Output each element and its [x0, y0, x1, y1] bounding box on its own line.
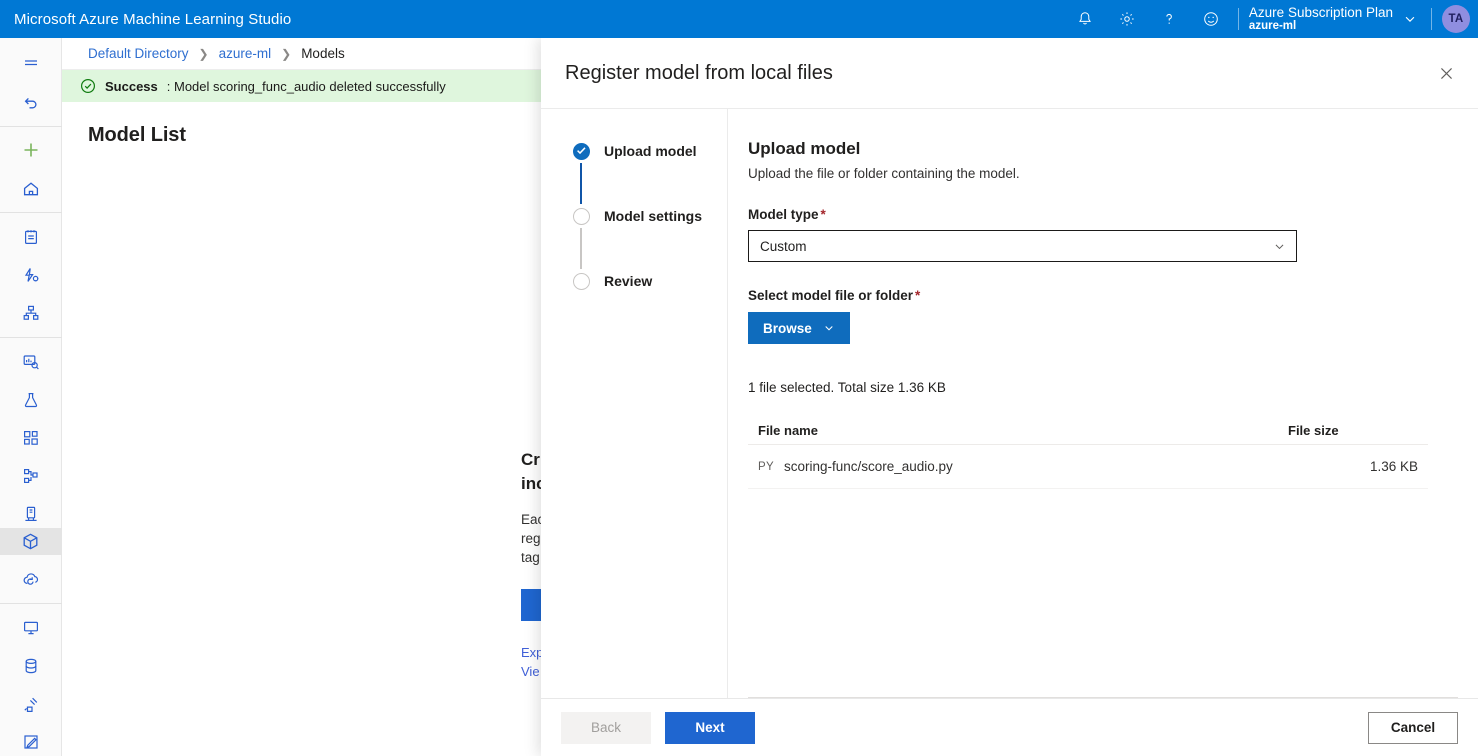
rail-divider-3 [0, 336, 62, 338]
database-icon[interactable] [0, 652, 62, 680]
table-header-row: File name File size [748, 417, 1428, 445]
select-file-label-text: Select model file or folder [748, 288, 914, 303]
upload-model-form: Upload model Upload the file or folder c… [748, 109, 1458, 698]
model-type-value: Custom [760, 238, 807, 254]
topbar-divider-1 [1237, 8, 1239, 30]
section-subheading: Upload the file or folder containing the… [748, 166, 1020, 181]
model-type-select[interactable]: Custom [748, 230, 1297, 262]
success-banner-label: Success [105, 78, 158, 94]
plus-icon[interactable] [0, 137, 62, 165]
selection-summary: 1 file selected. Total size 1.36 KB [748, 380, 946, 395]
panel-body: Upload model Model settings Review Uploa… [541, 109, 1478, 698]
model-type-label: Model type * [748, 207, 1428, 222]
left-navigation-rail [0, 38, 62, 756]
chevron-down-icon[interactable] [1395, 0, 1425, 38]
grid-blocks-icon[interactable] [0, 424, 62, 452]
undo-arrow-icon[interactable] [0, 88, 62, 116]
app-root: Microsoft Azure Machine Learning Studio [0, 0, 1478, 756]
browse-button[interactable]: Browse [748, 312, 850, 344]
breadcrumb-item-current: Models [301, 46, 345, 61]
required-asterisk-model-type: * [820, 207, 826, 222]
column-header-file-name: File name [758, 423, 818, 438]
success-check-icon [80, 78, 96, 94]
browse-button-label: Browse [763, 320, 812, 336]
breadcrumb-item-workspace[interactable]: azure-ml [219, 46, 272, 61]
table-row[interactable]: PY scoring-func/score_audio.py 1.36 KB [748, 445, 1428, 489]
step-label-review: Review [604, 273, 653, 289]
panel-title: Register model from local files [565, 61, 833, 84]
model-type-label-text: Model type [748, 207, 819, 222]
panel-content: Upload model Upload the file or folder c… [728, 109, 1478, 698]
panel-header: Register model from local files [541, 38, 1478, 109]
breadcrumb-separator-2: ❯ [281, 46, 292, 61]
hamburger-icon[interactable] [0, 50, 62, 78]
close-icon[interactable] [1424, 51, 1468, 95]
step-connector-1 [580, 163, 582, 204]
step-label-model-settings: Model settings [604, 208, 703, 224]
file-size-cell: 1.36 KB [1369, 459, 1418, 474]
python-file-icon: PY [758, 460, 774, 473]
back-button[interactable]: Back [561, 711, 651, 744]
bell-icon[interactable] [1064, 0, 1106, 38]
cloud-sync-icon[interactable] [0, 566, 62, 594]
required-asterisk-select-file: * [915, 288, 921, 303]
server-icon[interactable] [0, 500, 62, 528]
step-model-settings[interactable]: Model settings [541, 204, 727, 228]
cancel-button[interactable]: Cancel [1368, 711, 1458, 744]
rail-divider-1 [0, 125, 62, 127]
sitemap-icon[interactable] [0, 299, 62, 327]
next-button[interactable]: Next [665, 711, 755, 744]
flask-icon[interactable] [0, 386, 62, 414]
wizard-stepper: Upload model Model settings Review [541, 109, 728, 698]
home-icon[interactable] [0, 175, 62, 203]
account-name: Azure Subscription Plan [1248, 4, 1393, 20]
rail-divider-2 [0, 212, 62, 214]
pencil-square-icon[interactable] [0, 728, 62, 756]
step-review[interactable]: Review [541, 269, 727, 293]
section-heading: Upload model [748, 139, 861, 158]
topbar-actions: Azure Subscription Plan azure-ml TA [1064, 0, 1478, 38]
cube-icon[interactable] [0, 527, 62, 556]
selected-files-table: File name File size PY scoring-func/scor… [748, 417, 1428, 489]
job-search-icon[interactable] [0, 348, 62, 376]
gear-icon[interactable] [1106, 0, 1148, 38]
chevron-down-icon [1273, 240, 1286, 253]
hierarchy-icon[interactable] [0, 462, 62, 490]
select-file-label: Select model file or folder * [748, 288, 1428, 303]
account-directory: azure-ml [1248, 20, 1297, 33]
file-name-cell: PY scoring-func/score_audio.py [758, 459, 1288, 474]
automl-icon[interactable] [0, 261, 62, 289]
step-circle-icon-review [573, 272, 590, 290]
monitor-icon[interactable] [0, 614, 62, 642]
topbar-divider-2 [1431, 8, 1432, 30]
product-title: Microsoft Azure Machine Learning Studio [14, 10, 292, 28]
account-info[interactable]: Azure Subscription Plan azure-ml [1245, 5, 1395, 34]
rail-divider-4 [0, 603, 62, 605]
panel-footer: Back Next Cancel [541, 698, 1478, 756]
step-label-upload-model: Upload model [604, 143, 697, 159]
file-path-text: scoring-func/score_audio.py [783, 459, 953, 474]
step-upload-model[interactable]: Upload model [541, 139, 727, 163]
question-mark-icon[interactable] [1148, 0, 1190, 38]
column-header-file-size: File size [1288, 423, 1339, 438]
step-check-icon [573, 142, 590, 160]
breadcrumb-separator-1: ❯ [198, 46, 209, 61]
register-model-panel: Register model from local files Upload m… [541, 38, 1478, 756]
smiley-icon[interactable] [1190, 0, 1232, 38]
step-connector-2 [580, 228, 582, 269]
notebook-icon[interactable] [0, 223, 62, 251]
breadcrumb-item-directory[interactable]: Default Directory [88, 46, 189, 61]
chevron-down-icon [823, 322, 835, 334]
step-circle-icon-model-settings [573, 207, 590, 225]
success-banner-message: : Model scoring_func_audio deleted succe… [166, 78, 446, 94]
plug-icon[interactable] [0, 690, 62, 718]
avatar[interactable]: TA [1442, 5, 1470, 33]
top-navigation-bar: Microsoft Azure Machine Learning Studio [0, 0, 1478, 38]
